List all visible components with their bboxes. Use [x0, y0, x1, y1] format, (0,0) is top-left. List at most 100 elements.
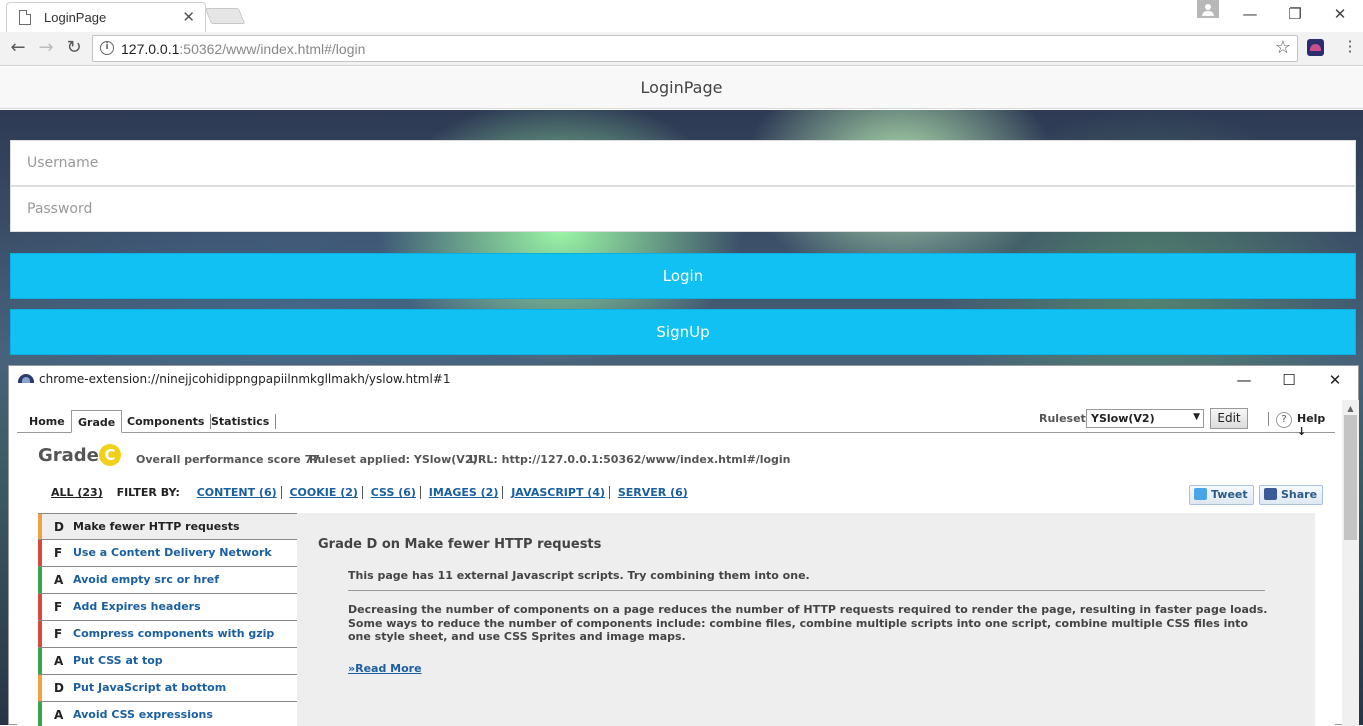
rule-item[interactable]: A Avoid empty src or href: [38, 567, 298, 594]
filter-by-label: FILTER BY:: [116, 486, 180, 499]
grade-color-bar: [38, 648, 42, 674]
rule-grade: D: [54, 681, 64, 695]
rule-grade: F: [54, 627, 63, 641]
profile-icon[interactable]: [1197, 0, 1219, 18]
new-tab-button[interactable]: [204, 8, 246, 24]
forward-icon[interactable]: →: [34, 36, 58, 60]
filter-css-link[interactable]: CSS (6): [366, 486, 421, 499]
scrollbar[interactable]: ▲: [1342, 400, 1359, 726]
rule-item[interactable]: F Add Expires headers: [38, 594, 298, 621]
filter-javascript-link[interactable]: JAVASCRIPT (4): [507, 486, 611, 499]
url-text: 127.0.0.1:50362/www/index.html#/login: [121, 41, 366, 57]
info-icon[interactable]: i: [100, 41, 114, 55]
help-link[interactable]: Help ↓: [1297, 412, 1335, 438]
tab-title: LoginPage: [44, 10, 107, 25]
rule-name[interactable]: Put JavaScript at bottom: [73, 675, 226, 701]
window-minimize-button[interactable]: —: [1228, 3, 1272, 25]
rule-grade: A: [54, 654, 64, 668]
rule-name[interactable]: Add Expires headers: [73, 594, 201, 620]
detail-message: This page has 11 external Javascript scr…: [348, 569, 810, 582]
bookmark-star-icon[interactable]: ☆: [1275, 37, 1291, 58]
yslow-minimize-button[interactable]: —: [1224, 368, 1264, 392]
rule-item[interactable]: D Put JavaScript at bottom: [38, 675, 298, 702]
yslow-maximize-button[interactable]: ☐: [1269, 368, 1309, 392]
rule-item[interactable]: F Compress components with gzip: [38, 621, 298, 648]
app-header: LoginPage: [0, 67, 1363, 109]
yslow-content: Home Grade Components Statistics Ruleset…: [17, 400, 1335, 726]
tab-close-icon[interactable]: ✕: [182, 8, 195, 26]
scrollbar-thumb[interactable]: [1344, 415, 1357, 540]
menu-icon[interactable]: · · ·: [1342, 34, 1358, 60]
yslow-window-title: chrome-extension://ninejjcohidippngpapii…: [39, 372, 451, 386]
rule-grade: A: [54, 708, 64, 722]
analyzed-url: URL: http://127.0.0.1:50362/www/index.ht…: [469, 453, 791, 466]
rule-name[interactable]: Put CSS at top: [73, 648, 163, 674]
extension-icon[interactable]: [1307, 39, 1324, 56]
detail-title: Grade D on Make fewer HTTP requests: [318, 537, 602, 552]
rule-detail-panel: Grade D on Make fewer HTTP requests This…: [297, 513, 1315, 726]
grade-color-bar: [38, 540, 42, 566]
grade-color-bar: [38, 675, 42, 701]
rule-item[interactable]: FUse a Content Delivery Network (CDN): [38, 540, 298, 585]
filter-cookie-link[interactable]: COOKIE (2): [285, 486, 363, 499]
ruleset-applied: Ruleset applied: YSlow(V2): [309, 453, 478, 466]
tab-components[interactable]: Components: [121, 414, 212, 429]
rule-name[interactable]: Make fewer HTTP requests: [73, 514, 240, 540]
window-restore-button[interactable]: ❐: [1273, 3, 1317, 25]
share-button[interactable]: Share: [1259, 485, 1324, 505]
grade-color-bar: [38, 621, 42, 647]
rule-grade: F: [54, 546, 63, 560]
reload-icon[interactable]: ↻: [62, 36, 86, 60]
divider: [348, 590, 1265, 591]
filter-content-link[interactable]: CONTENT (6): [192, 486, 282, 499]
window-close-button[interactable]: ✕: [1318, 3, 1362, 25]
password-field[interactable]: [10, 186, 1356, 232]
twitter-icon: [1194, 488, 1207, 500]
help-icon[interactable]: ?: [1276, 412, 1292, 428]
rule-name[interactable]: Compress components with gzip: [73, 621, 274, 647]
username-input[interactable]: [11, 141, 1355, 185]
yslow-close-button[interactable]: ✕: [1315, 368, 1355, 392]
filter-all-link[interactable]: ALL (23): [51, 486, 103, 499]
rule-name[interactable]: Avoid CSS expressions: [73, 702, 213, 726]
rule-item[interactable]: D Make fewer HTTP requests: [38, 513, 298, 540]
login-button[interactable]: Login: [10, 253, 1356, 299]
browser-tab-strip: LoginPage ✕ — ❐ ✕: [0, 0, 1363, 32]
grade-color-bar: [38, 594, 42, 620]
divider: [1268, 412, 1269, 426]
filter-bar: ALL (23) FILTER BY: CONTENT (6) COOKIE (…: [51, 486, 692, 499]
browser-tab[interactable]: LoginPage ✕: [6, 2, 206, 32]
detail-description: Decreasing the number of components on a…: [348, 603, 1268, 643]
tab-home[interactable]: Home: [23, 414, 72, 429]
yslow-titlebar: chrome-extension://ninejjcohidippngpapii…: [9, 366, 1358, 394]
rule-item[interactable]: A Put CSS at top: [38, 648, 298, 675]
browser-toolbar: ← → ↻ i 127.0.0.1:50362/www/index.html#/…: [0, 32, 1363, 66]
tab-grade[interactable]: Grade: [71, 410, 123, 433]
password-input[interactable]: [11, 187, 1355, 231]
read-more-link[interactable]: »Read More: [348, 662, 422, 675]
rule-grade: A: [54, 573, 64, 587]
ruleset-select[interactable]: YSlow(V2) ▼: [1086, 409, 1204, 428]
overall-score: Overall performance score 77: [136, 453, 320, 466]
username-field[interactable]: [10, 140, 1356, 186]
rule-item[interactable]: A Avoid CSS expressions: [38, 702, 298, 726]
signup-button[interactable]: SignUp: [10, 309, 1356, 355]
rule-grade: F: [54, 600, 63, 614]
rule-name[interactable]: Avoid empty src or href: [73, 567, 219, 593]
address-bar[interactable]: i 127.0.0.1:50362/www/index.html#/login …: [92, 35, 1298, 62]
filter-server-link[interactable]: SERVER (6): [614, 486, 692, 499]
back-icon[interactable]: ←: [6, 36, 30, 60]
grade-color-bar: [38, 702, 42, 726]
facebook-icon: [1264, 488, 1277, 500]
tab-statistics[interactable]: Statistics: [205, 414, 277, 429]
chevron-down-icon: ▼: [1193, 412, 1200, 422]
filter-images-link[interactable]: IMAGES (2): [424, 486, 504, 499]
page-title: LoginPage: [640, 78, 723, 97]
grade-badge: C: [99, 444, 121, 466]
edit-ruleset-button[interactable]: Edit: [1210, 408, 1248, 429]
grade-color-bar: [38, 514, 42, 539]
tab-divider: [17, 432, 1335, 433]
rulesets-label: Rulesets: [1039, 412, 1093, 425]
tweet-button[interactable]: Tweet: [1189, 485, 1254, 505]
yslow-window: chrome-extension://ninejjcohidippngpapii…: [8, 365, 1359, 726]
